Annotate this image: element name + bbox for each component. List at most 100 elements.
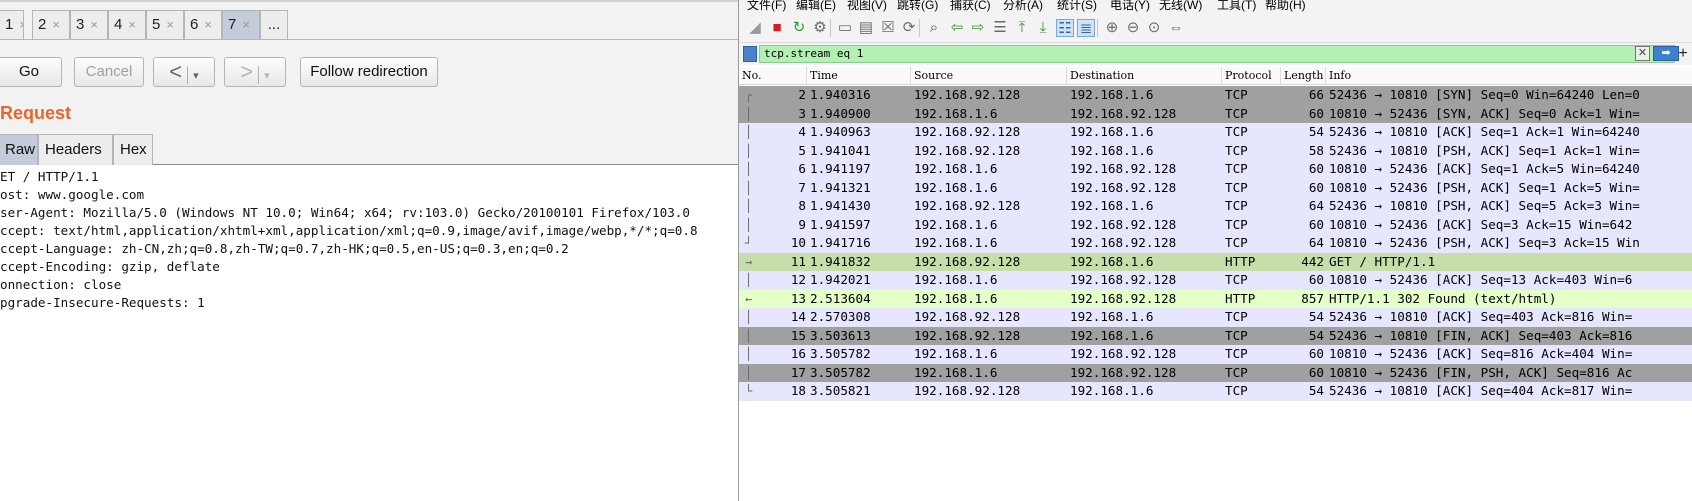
- request-tab-6[interactable]: 6 ×: [184, 10, 222, 39]
- packet-row[interactable]: │ 14 2.570308 192.168.92.128 192.168.1.6 TCP 5…: [739, 308, 1692, 327]
- packet-row[interactable]: │ 16 3.505782 192.168.1.6 192.168.92.128 TCP 6…: [739, 345, 1692, 364]
- colorize-icon[interactable]: ≣: [1077, 19, 1095, 37]
- follow-redirection-button[interactable]: Follow redirection: [300, 57, 438, 87]
- capture-options-icon[interactable]: ⚙: [811, 19, 829, 37]
- zoom-normal-icon[interactable]: ⊙: [1145, 19, 1163, 37]
- packet-cell-src: 192.168.92.128: [914, 327, 1021, 343]
- packet-row[interactable]: ← 13 2.513604 192.168.1.6 192.168.92.128 HTTP…: [739, 289, 1692, 308]
- request-tab-5[interactable]: 5 ×: [146, 10, 184, 39]
- packet-cell-proto: TCP: [1225, 142, 1248, 158]
- display-filter-input[interactable]: tcp.stream eq 1: [759, 45, 1675, 63]
- menu-item-3[interactable]: 跳转(G): [897, 0, 938, 11]
- reload-file-icon[interactable]: ⟳: [900, 19, 918, 37]
- packet-row[interactable]: │ 15 3.503613 192.168.92.128 192.168.1.6 TCP 5…: [739, 326, 1692, 345]
- menu-item-1[interactable]: 编辑(E): [796, 0, 836, 11]
- shark-fin-icon[interactable]: ◢: [746, 19, 764, 37]
- menu-bar: 文件(F) 编辑(E) 视图(V) 跳转(G) 捕获(C) 分析(A) 统计(S) 电话(Y)…: [739, 0, 1692, 13]
- subtab-raw[interactable]: Raw: [0, 134, 38, 165]
- forward-dropdown-icon[interactable]: ▾: [264, 70, 270, 82]
- find-packet-icon[interactable]: ⌕: [925, 19, 943, 37]
- packet-row[interactable]: │ 7 1.941321 192.168.1.6 192.168.92.128 TCP 60…: [739, 178, 1692, 197]
- filter-bookmark-icon[interactable]: [743, 46, 757, 62]
- back-dropdown-icon[interactable]: ▾: [193, 70, 199, 82]
- go-back-icon[interactable]: ⇦: [948, 19, 966, 37]
- packet-list[interactable]: ┌ 2 1.940316 192.168.92.128 192.168.1.6 TCP 66…: [739, 86, 1692, 401]
- column-header-no[interactable]: No.: [739, 67, 807, 85]
- clear-filter-icon[interactable]: ✕: [1635, 46, 1650, 61]
- related-packet-indicator-icon: │: [745, 273, 753, 287]
- add-filter-button-icon[interactable]: +: [1673, 45, 1692, 63]
- close-tab-icon[interactable]: ×: [204, 17, 212, 32]
- request-tab-2[interactable]: 2 ×: [32, 10, 70, 39]
- menu-item-0[interactable]: 文件(F): [747, 0, 786, 11]
- cancel-button[interactable]: Cancel: [74, 57, 144, 87]
- packet-cell-dst: 192.168.92.128: [1070, 272, 1177, 287]
- packet-cell-time: 1.940900: [810, 105, 871, 121]
- display-filter-bar: tcp.stream eq 1 ✕ ➡ +: [739, 43, 1692, 65]
- packet-row[interactable]: │ 5 1.941041 192.168.92.128 192.168.1.6 TCP 58…: [739, 141, 1692, 160]
- request-tab-4[interactable]: 4 ×: [108, 10, 146, 39]
- packet-row[interactable]: │ 17 3.505782 192.168.1.6 192.168.92.128 TCP 6…: [739, 363, 1692, 382]
- forward-button[interactable]: > ▾: [224, 57, 286, 87]
- column-header-time[interactable]: Time: [807, 67, 911, 85]
- column-header-info[interactable]: Info: [1326, 67, 1692, 85]
- column-header-dst[interactable]: Destination: [1067, 67, 1222, 85]
- open-file-icon[interactable]: ▭: [836, 19, 854, 37]
- request-tab-label: 2: [38, 16, 47, 33]
- go-button[interactable]: Go: [0, 57, 62, 87]
- back-button[interactable]: < ▾: [153, 57, 215, 87]
- close-tab-icon[interactable]: ×: [128, 17, 136, 32]
- subtab-headers[interactable]: Headers: [38, 134, 113, 165]
- menu-item-5[interactable]: 分析(A): [1003, 0, 1043, 11]
- menu-item-4[interactable]: 捕获(C): [950, 0, 991, 11]
- go-to-packet-icon[interactable]: ☰: [991, 19, 1009, 37]
- packet-cell-src: 192.168.1.6: [914, 272, 998, 287]
- close-tab-icon[interactable]: ×: [90, 17, 98, 32]
- request-tab-7[interactable]: 7 ×: [222, 10, 260, 39]
- packet-cell-len: 857: [1301, 290, 1324, 306]
- save-file-icon[interactable]: ▤: [857, 19, 875, 37]
- menu-item-10[interactable]: 帮助(H): [1265, 0, 1306, 11]
- close-file-icon[interactable]: ☒: [879, 19, 897, 37]
- packet-cell-proto: HTTP: [1225, 253, 1256, 269]
- close-tab-icon[interactable]: ×: [242, 17, 250, 32]
- column-header-src[interactable]: Source: [911, 67, 1067, 85]
- request-tab-more[interactable]: ...: [260, 10, 288, 39]
- menu-item-6[interactable]: 统计(S): [1057, 0, 1097, 11]
- zoom-out-icon[interactable]: ⊖: [1124, 19, 1142, 37]
- menu-item-7[interactable]: 电话(Y): [1110, 0, 1150, 11]
- column-header-len[interactable]: Length: [1281, 67, 1326, 85]
- close-tab-icon[interactable]: ×: [52, 17, 60, 32]
- packet-row[interactable]: │ 12 1.942021 192.168.1.6 192.168.92.128 TCP 6…: [739, 271, 1692, 290]
- request-tab-1[interactable]: 1×: [0, 10, 24, 39]
- request-tab-3[interactable]: 3 ×: [70, 10, 108, 39]
- packet-row[interactable]: └ 18 3.505821 192.168.92.128 192.168.1.6 TCP 5…: [739, 382, 1692, 401]
- zoom-in-icon[interactable]: ⊕: [1103, 19, 1121, 37]
- packet-row[interactable]: │ 3 1.940900 192.168.1.6 192.168.92.128 TCP 60…: [739, 104, 1692, 123]
- go-first-icon[interactable]: ⤒: [1013, 19, 1031, 37]
- close-tab-icon[interactable]: ×: [166, 17, 174, 32]
- packet-row[interactable]: │ 8 1.941430 192.168.92.128 192.168.1.6 TCP 64…: [739, 197, 1692, 216]
- raw-request-editor[interactable]: ET / HTTP/1.1 ost: www.google.com ser-Agen…: [0, 168, 738, 501]
- packet-row[interactable]: ┌ 2 1.940316 192.168.92.128 192.168.1.6 TCP 66…: [739, 86, 1692, 105]
- subtab-hex[interactable]: Hex: [113, 134, 153, 165]
- go-forward-icon[interactable]: ⇨: [969, 19, 987, 37]
- menu-item-2[interactable]: 视图(V): [847, 0, 887, 11]
- close-tab-icon[interactable]: ×: [19, 17, 23, 32]
- restart-capture-icon[interactable]: ↻: [790, 19, 808, 37]
- packet-cell-no: 10: [790, 235, 806, 250]
- packet-row[interactable]: ┘ 10 1.941716 192.168.1.6 192.168.92.128 TCP 6…: [739, 234, 1692, 253]
- menu-item-9[interactable]: 工具(T): [1217, 0, 1256, 11]
- column-header-proto[interactable]: Protocol: [1222, 67, 1281, 85]
- menu-item-8[interactable]: 无线(W): [1159, 0, 1202, 11]
- packet-row[interactable]: → 11 1.941832 192.168.92.128 192.168.1.6 HTTP…: [739, 252, 1692, 271]
- resize-columns-icon[interactable]: ⇔: [1167, 19, 1185, 37]
- go-last-icon[interactable]: ⤓: [1034, 19, 1052, 37]
- packet-row[interactable]: │ 9 1.941597 192.168.1.6 192.168.92.128 TCP 60…: [739, 215, 1692, 234]
- packet-cell-no: 18: [790, 383, 806, 398]
- autoscroll-icon[interactable]: ☷: [1056, 19, 1074, 37]
- packet-row[interactable]: │ 6 1.941197 192.168.1.6 192.168.92.128 TCP 60…: [739, 160, 1692, 179]
- stop-capture-icon[interactable]: ■: [768, 19, 786, 37]
- packet-row[interactable]: │ 4 1.940963 192.168.92.128 192.168.1.6 TCP 54…: [739, 123, 1692, 142]
- related-packet-indicator-icon: │: [745, 310, 753, 324]
